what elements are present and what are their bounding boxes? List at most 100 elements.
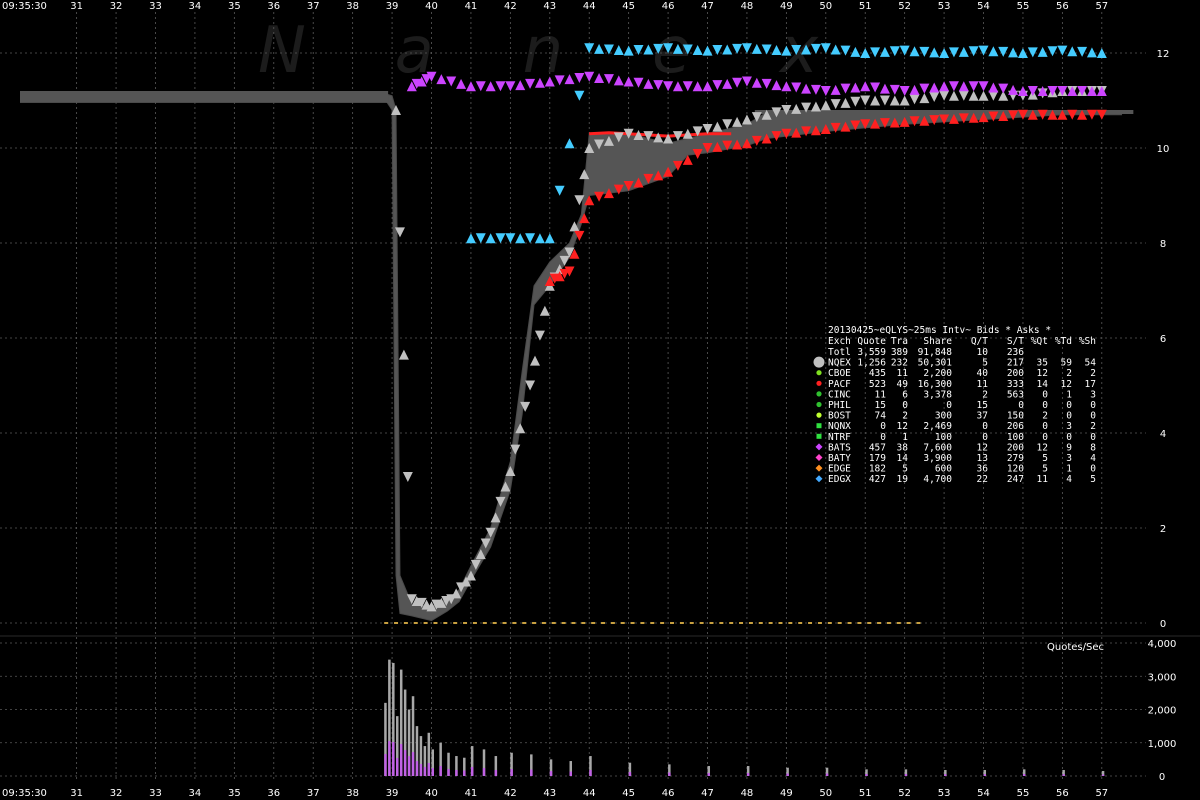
quote-rate-bar-segment	[530, 769, 533, 776]
quote-marker	[899, 95, 910, 106]
quote-marker	[879, 95, 890, 106]
legend-header: %Qt	[1031, 336, 1048, 347]
legend-cell: 523	[869, 379, 886, 390]
quote-marker	[791, 103, 802, 114]
trade-print	[403, 622, 408, 624]
x-tick-label: 33	[149, 1, 162, 12]
quote-marker	[584, 71, 595, 82]
x-tick-label: 50	[819, 788, 832, 799]
legend-cell: 2	[1042, 411, 1048, 422]
quote-rate-bar-segment	[482, 768, 486, 776]
trade-print	[748, 622, 753, 624]
x-tick-label: 49	[780, 788, 793, 799]
legend-cell: 35	[1037, 358, 1048, 369]
legend-cell: 150	[1007, 411, 1024, 422]
quote-marker	[840, 97, 851, 108]
quote-marker	[840, 45, 851, 56]
quote-marker	[751, 43, 762, 54]
legend-cell: 0	[1042, 400, 1048, 411]
quote-marker	[554, 185, 565, 196]
quote-marker	[889, 95, 900, 106]
quote-marker	[751, 77, 762, 88]
x-tick-label: 39	[386, 1, 399, 12]
legend-marker	[816, 412, 822, 418]
x-tick-label: 51	[859, 788, 872, 799]
legend-cell: NQNX	[828, 421, 851, 432]
quote-rate-bar-segment	[407, 756, 411, 776]
quote-marker	[958, 81, 969, 92]
quote-marker	[948, 90, 959, 101]
legend-cell: 333	[1007, 379, 1024, 390]
trade-print	[463, 622, 468, 624]
legend-marker	[816, 370, 822, 376]
quote-marker	[1057, 45, 1068, 56]
quote-marker	[870, 82, 881, 93]
quote-marker	[515, 233, 526, 244]
quote-rate-bar-segment	[904, 774, 908, 776]
legend-cell: 1	[902, 432, 908, 443]
legend-cell: PHIL	[828, 400, 851, 411]
quote-marker	[998, 46, 1009, 57]
trade-print	[541, 622, 546, 624]
legend-cell: 0	[1066, 432, 1072, 443]
quote-marker	[939, 81, 950, 92]
legend-cell: 38	[897, 442, 909, 453]
trade-print	[561, 622, 566, 624]
quote-rate-bar-segment	[447, 769, 450, 776]
quote-marker	[929, 82, 940, 93]
x-tick-label: 56	[1056, 1, 1069, 12]
legend-cell: 100	[1007, 432, 1024, 443]
quote-rate-bar-segment	[865, 774, 868, 776]
legend-cell: BOST	[828, 411, 851, 422]
nbbo-bar-pre-crash	[20, 91, 389, 103]
legend-cell: 435	[869, 368, 886, 379]
legend-marker	[815, 475, 823, 483]
legend-cell: 10	[977, 347, 989, 358]
trade-print	[837, 622, 842, 624]
quote-rate-bar-segment	[569, 771, 573, 776]
legend-cell: EDGE	[828, 464, 851, 475]
quote-rate-bar-segment	[589, 770, 592, 776]
quote-marker	[998, 83, 1009, 94]
legend-cell: 232	[891, 358, 908, 369]
trade-print	[817, 622, 822, 624]
trade-print	[482, 622, 487, 624]
legend-cell: 0	[1090, 411, 1096, 422]
quote-rate-bar-segment	[510, 769, 513, 776]
y-tick-label: 6	[1160, 334, 1166, 345]
quote-rate-bar-segment	[1062, 774, 1065, 776]
legend-cell: 200	[1007, 368, 1024, 379]
trade-print	[492, 622, 497, 624]
x-tick-label: 46	[662, 1, 675, 12]
quote-marker	[1027, 86, 1038, 96]
quote-marker	[525, 233, 536, 244]
quote-marker	[741, 114, 752, 125]
quote-rate-bar-segment	[403, 750, 407, 776]
legend-cell: 389	[891, 347, 908, 358]
trade-print	[788, 622, 793, 624]
quote-marker	[988, 46, 999, 57]
legend-cell: 4	[1066, 474, 1072, 485]
quote-marker	[830, 44, 841, 55]
quote-marker	[1047, 46, 1058, 57]
quote-rate-bar-segment	[388, 741, 391, 776]
quote-rate-bar-segment	[384, 754, 387, 776]
quote-marker	[544, 233, 555, 244]
quote-rate-bar-segment	[1101, 774, 1105, 776]
quote-marker	[820, 100, 831, 111]
x-tick-label: 35	[228, 788, 241, 799]
quote-rate-bar-segment	[396, 758, 399, 776]
legend-cell: 279	[1007, 453, 1024, 464]
quote-marker	[889, 84, 900, 95]
quote-marker	[929, 91, 940, 102]
trade-print	[610, 622, 615, 624]
legend-cell: 3	[1066, 421, 1072, 432]
x-tick-label: 47	[701, 1, 714, 12]
x-tick-label: 37	[307, 1, 320, 12]
trade-print	[532, 622, 537, 624]
quote-marker	[475, 233, 486, 244]
quote-marker	[919, 83, 930, 94]
x-tick-label: 38	[346, 788, 359, 799]
quote-rate-bar-segment	[786, 773, 789, 776]
x-tick-label: 46	[662, 788, 675, 799]
